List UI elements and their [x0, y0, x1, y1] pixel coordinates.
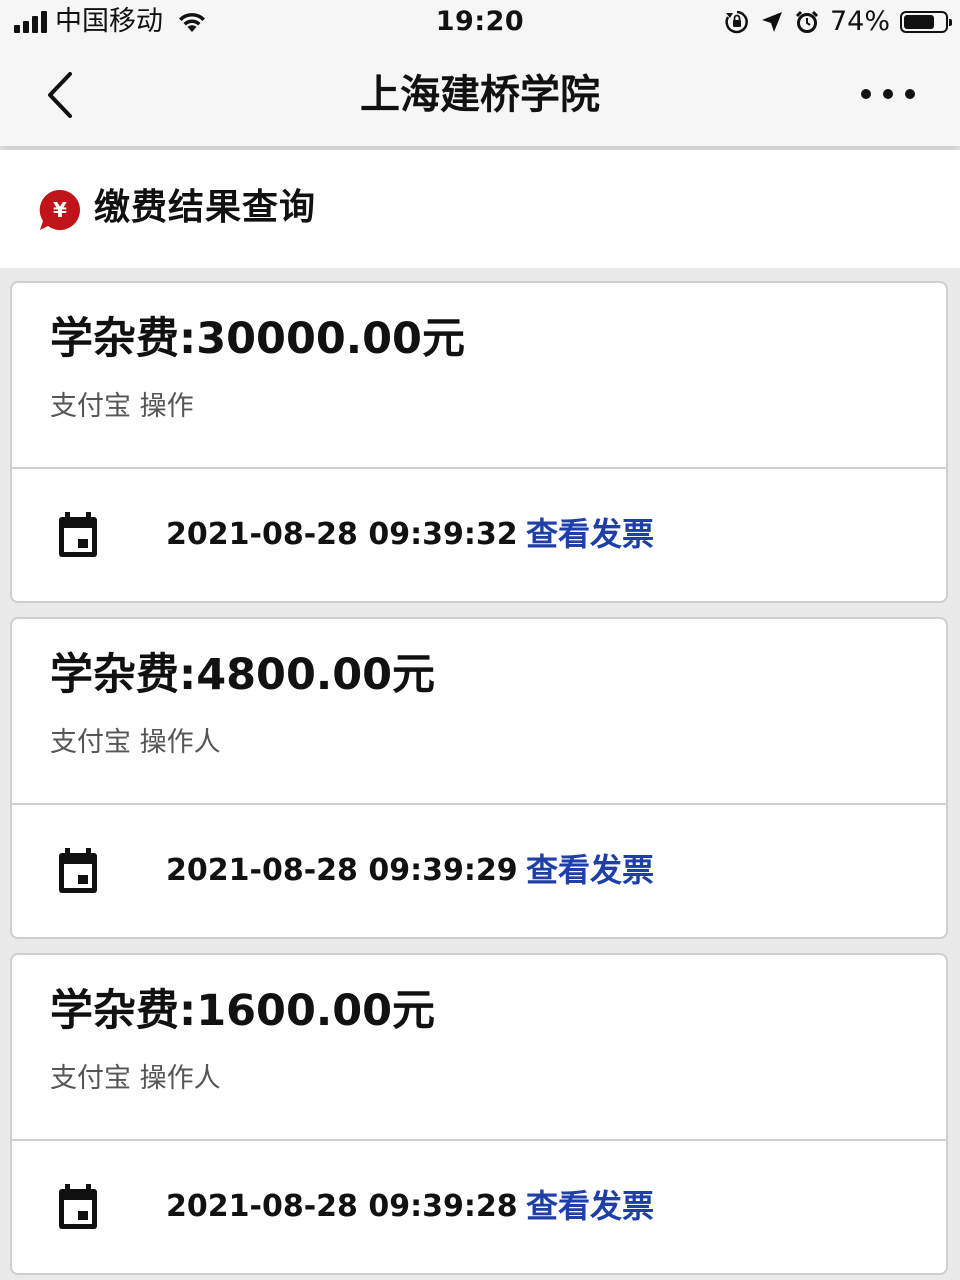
payment-method-operator: 支付宝 操作人	[50, 727, 221, 758]
payment-amount: 学杂费:1600.00元	[50, 986, 436, 1036]
view-invoice-link[interactable]: 查看发票	[526, 849, 654, 891]
payment-amount: 学杂费:4800.00元	[50, 650, 436, 700]
status-bar-right: 74%	[724, 5, 952, 39]
card-divider	[12, 803, 946, 805]
payment-method-operator: 支付宝 操作人	[50, 1063, 221, 1094]
section-title: 缴费结果查询	[94, 187, 317, 228]
payment-datetime: 2021-08-28 09:39:28	[166, 1189, 518, 1224]
payment-datetime: 2021-08-28 09:39:29	[166, 853, 518, 888]
calendar-icon	[59, 1184, 97, 1229]
payment-record-card: 学杂费:4800.00元 支付宝 操作人 2021-08-28 09:39:29…	[10, 617, 948, 939]
battery-level	[904, 15, 934, 29]
payment-datetime: 2021-08-28 09:39:32	[166, 517, 518, 552]
more-horizontal-icon[interactable]	[860, 80, 916, 108]
card-divider	[12, 1139, 946, 1141]
payment-method-operator: 支付宝 操作	[50, 391, 194, 422]
orientation-lock-icon	[725, 10, 748, 34]
alarm-icon	[795, 10, 819, 33]
view-invoice-link[interactable]: 查看发票	[526, 1185, 654, 1227]
card-divider	[12, 467, 946, 469]
navigation-bar: 上海建桥学院	[0, 44, 960, 146]
location-arrow-icon	[761, 12, 782, 32]
payment-record-card: 学杂费:1600.00元 支付宝 操作人 2021-08-28 09:39:28…	[10, 953, 948, 1275]
battery-percent: 74%	[829, 6, 890, 37]
calendar-icon	[59, 848, 97, 893]
view-invoice-link[interactable]: 查看发票	[526, 513, 654, 555]
svg-text:¥: ¥	[53, 198, 67, 222]
payment-record-card: 学杂费:30000.00元 支付宝 操作 2021-08-28 09:39:32…	[10, 281, 948, 603]
yuan-icon: ¥	[39, 189, 80, 230]
status-bar: 中国移动 19:20 74%	[0, 0, 960, 44]
payment-amount: 学杂费:30000.00元	[50, 314, 465, 364]
page-title: 上海建桥学院	[360, 72, 600, 118]
battery-icon	[900, 11, 952, 33]
section-header: ¥ 缴费结果查询	[0, 150, 960, 268]
calendar-icon	[59, 512, 97, 557]
